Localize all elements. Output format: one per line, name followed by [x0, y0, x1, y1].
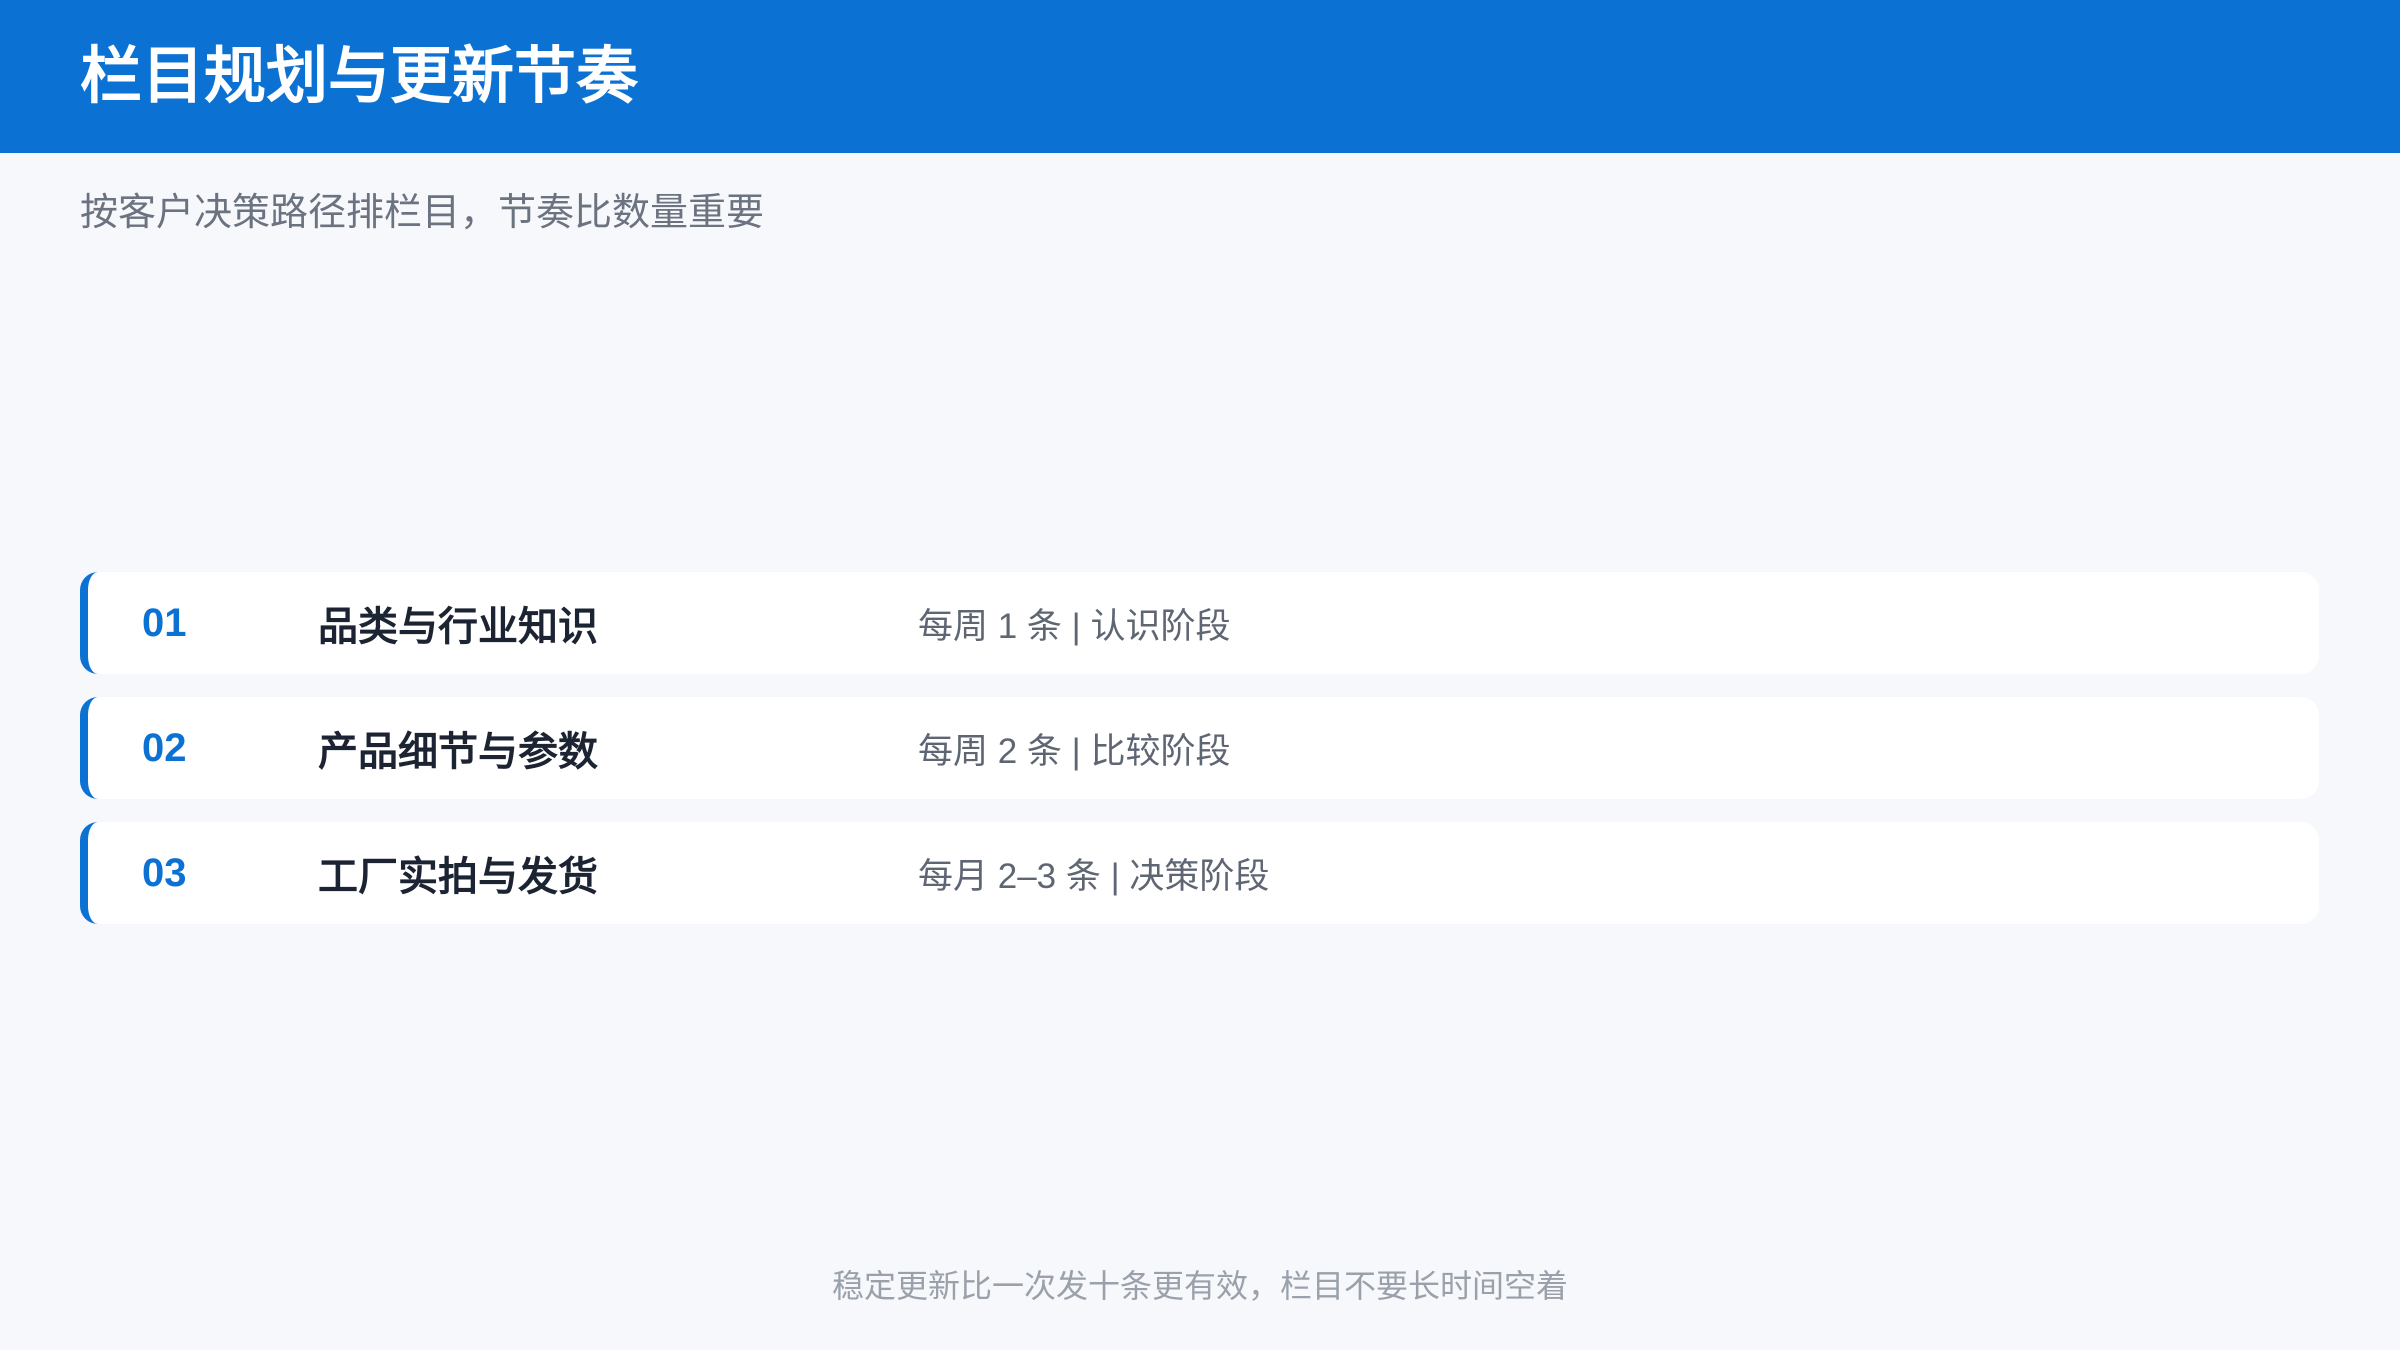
list-item-number: 02: [142, 725, 187, 770]
list-item-number: 03: [142, 850, 187, 895]
header-bar: 栏目规划与更新节奏: [0, 0, 2400, 153]
list-item-schedule: 每周 1 条 | 认识阶段: [918, 606, 1231, 646]
list-item-title: 工厂实拍与发货: [318, 855, 598, 899]
list-item-number: 01: [142, 600, 187, 645]
list-item-3: 03 工厂实拍与发货 每月 2–3 条 | 决策阶段: [80, 822, 2319, 924]
column-plan-list: 01 品类与行业知识 每周 1 条 | 认识阶段 02 产品细节与参数 每周 2…: [80, 572, 2319, 947]
list-item-2: 02 产品细节与参数 每周 2 条 | 比较阶段: [80, 697, 2319, 799]
list-item-title: 产品细节与参数: [318, 730, 598, 774]
list-item-schedule: 每月 2–3 条 | 决策阶段: [918, 856, 1270, 896]
list-item-schedule: 每周 2 条 | 比较阶段: [918, 731, 1231, 771]
page-subtitle: 按客户决策路径排栏目，节奏比数量重要: [80, 192, 765, 234]
footer-note: 稳定更新比一次发十条更有效，栏目不要长时间空着: [831, 1268, 1568, 1304]
page-title: 栏目规划与更新节奏: [80, 42, 639, 111]
list-item-1: 01 品类与行业知识 每周 1 条 | 认识阶段: [80, 572, 2319, 674]
list-item-title: 品类与行业知识: [318, 605, 598, 649]
